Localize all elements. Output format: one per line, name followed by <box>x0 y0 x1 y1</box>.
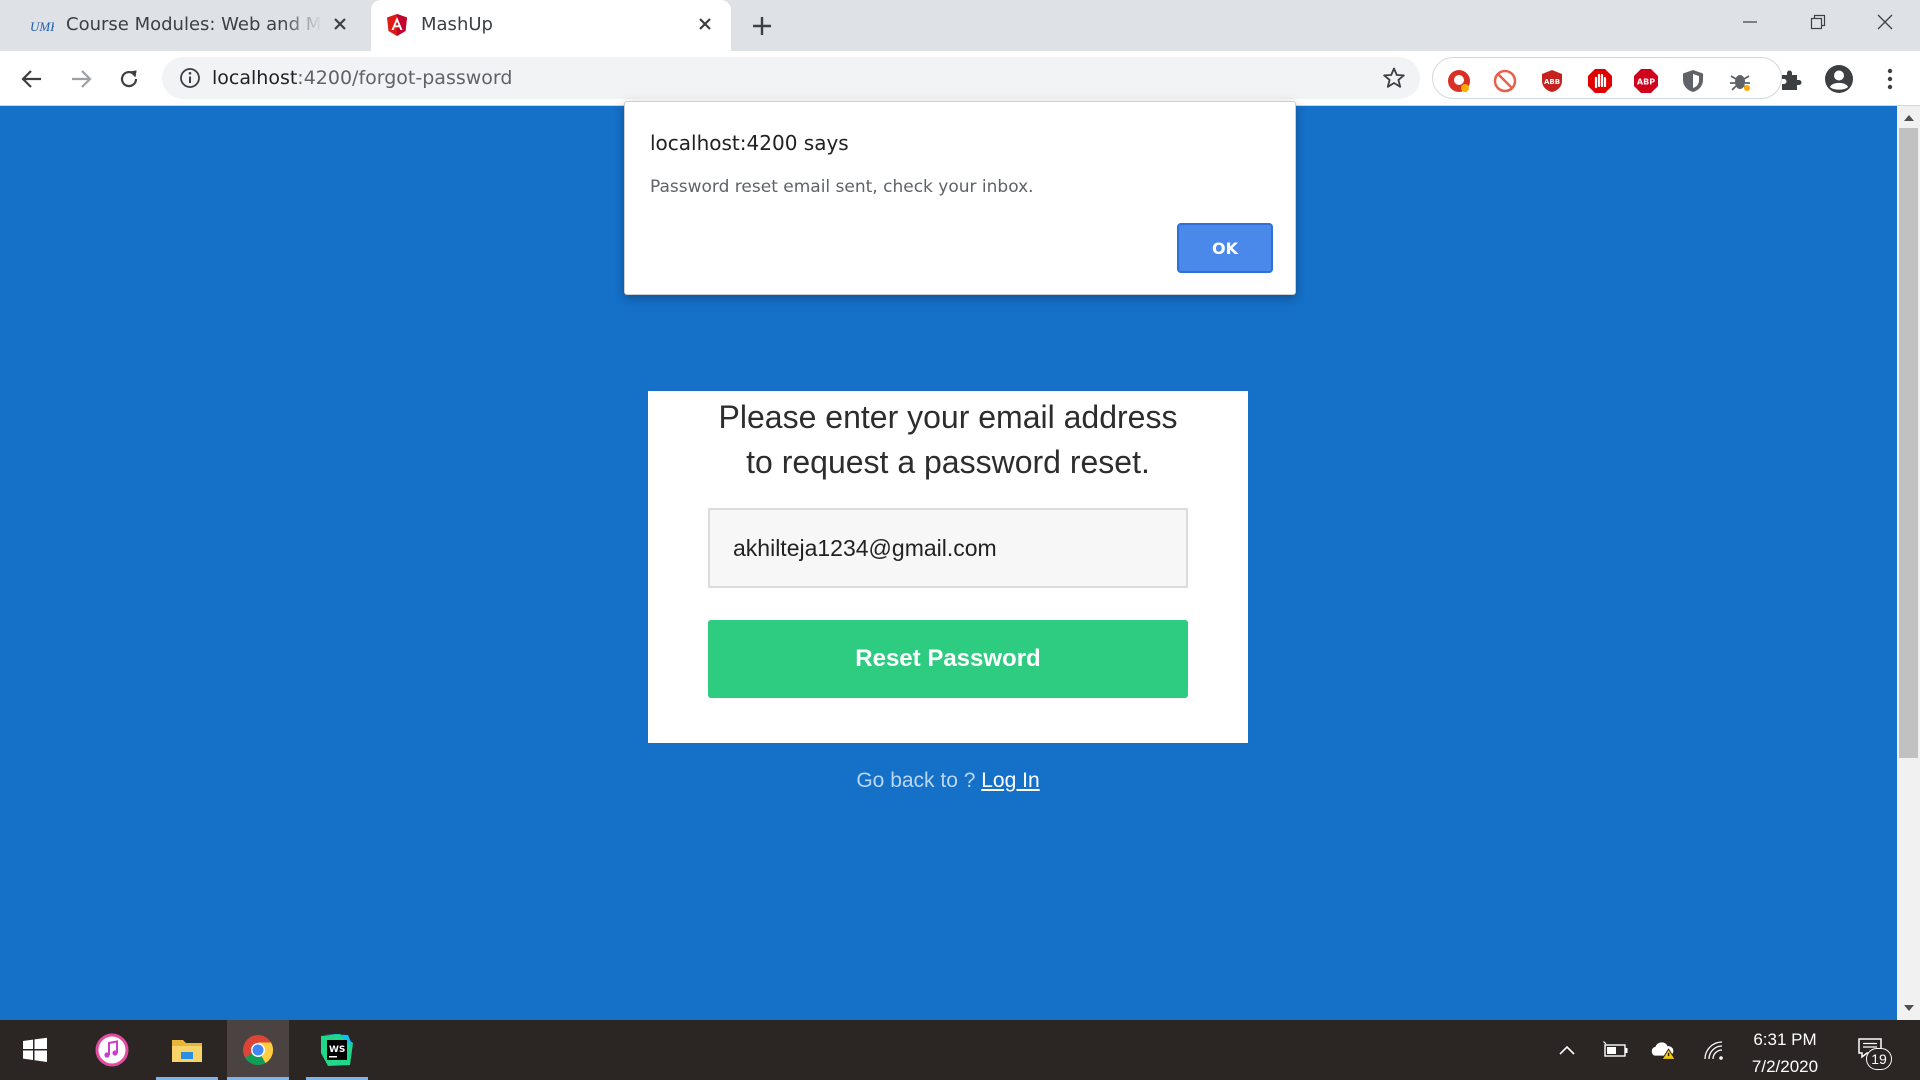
angular-logo-icon <box>387 14 407 36</box>
chevron-up-icon <box>1559 1045 1575 1055</box>
scroll-up-arrow-icon[interactable] <box>1897 108 1920 128</box>
plus-icon <box>753 17 771 35</box>
clock-date: 7/2/2020 <box>1751 1057 1819 1076</box>
reload-icon <box>120 70 138 88</box>
adblock-icon[interactable]: ABB <box>1539 68 1565 94</box>
alert-title: localhost:4200 says <box>650 131 849 155</box>
menu-kebab-icon[interactable] <box>1878 67 1902 91</box>
webstorm-icon: WS <box>321 1034 353 1066</box>
email-field[interactable] <box>708 508 1188 588</box>
wifi-icon <box>1704 1041 1723 1060</box>
ok-button[interactable]: OK <box>1177 223 1273 273</box>
shield-icon[interactable] <box>1680 68 1706 94</box>
chrome-icon <box>243 1035 273 1066</box>
reset-password-button[interactable]: Reset Password <box>708 620 1188 698</box>
browser-toolbar: localhost:4200/forgot-password ABB ABP <box>0 51 1920 106</box>
tab-title-fade <box>282 10 322 40</box>
instructions-text: Please enter your email address to reque… <box>648 395 1248 485</box>
taskbar-clock[interactable]: 6:31 PM 7/2/2020 <box>1735 1026 1835 1080</box>
tab-title: MashUp <box>421 14 493 35</box>
minimize-button[interactable] <box>1715 0 1785 44</box>
battery-icon <box>1603 1041 1628 1057</box>
url-text[interactable]: localhost:4200/forgot-password <box>212 67 512 89</box>
itunes-icon <box>95 1033 129 1067</box>
svg-text:ABB: ABB <box>1544 78 1560 86</box>
reset-password-card: Please enter your email address to reque… <box>648 391 1248 743</box>
url-path: :4200/forgot-password <box>297 67 513 89</box>
restore-icon <box>1810 14 1826 30</box>
svg-text:ABP: ABP <box>1637 78 1655 87</box>
taskbar-file-explorer[interactable] <box>156 1020 218 1080</box>
show-hidden-icons-button[interactable] <box>1553 1036 1581 1064</box>
extension-red-shield-icon[interactable] <box>1446 68 1472 94</box>
extensions-area: ABB ABP <box>1432 57 1782 99</box>
forward-button[interactable] <box>65 63 97 95</box>
address-bar[interactable]: localhost:4200/forgot-password <box>162 57 1420 99</box>
onedrive-warning-icon <box>1651 1042 1676 1060</box>
start-button[interactable] <box>4 1020 66 1080</box>
onedrive-status[interactable] <box>1649 1036 1677 1064</box>
restore-button[interactable] <box>1783 0 1853 44</box>
go-back-text: Go back to ? <box>856 769 982 792</box>
url-host: localhost <box>212 67 298 89</box>
alert-dialog: localhost:4200 says Password reset email… <box>624 101 1296 295</box>
taskbar-chrome[interactable] <box>227 1020 289 1080</box>
back-button[interactable] <box>16 63 48 95</box>
taskbar-itunes[interactable] <box>81 1020 143 1080</box>
alert-message: Password reset email sent, check your in… <box>650 177 1034 197</box>
bug-extension-icon[interactable] <box>1727 68 1753 94</box>
adblock-plus-icon[interactable]: ABP <box>1633 68 1659 94</box>
tab-course-modules[interactable]: UMKC Course Modules: Web and Mobile <box>16 0 366 51</box>
login-link[interactable]: Log In <box>981 769 1039 792</box>
tab-mashup[interactable]: MashUp <box>371 0 731 51</box>
taskbar-webstorm[interactable]: WS <box>306 1020 368 1080</box>
instructions-line-2: to request a password reset. <box>746 444 1150 480</box>
close-tab-icon[interactable] <box>328 12 352 36</box>
go-back-line: Go back to ? Log In <box>648 769 1248 793</box>
windows-taskbar: WS 6:31 PM 7/2/2020 19 <box>0 1020 1920 1080</box>
scrollbar-thumb[interactable] <box>1899 128 1918 758</box>
instructions-line-1: Please enter your email address <box>718 399 1178 435</box>
windows-start-icon <box>23 1037 47 1062</box>
minimize-icon <box>1743 21 1757 23</box>
scroll-down-arrow-icon[interactable] <box>1897 998 1920 1018</box>
bookmark-star-icon[interactable] <box>1382 66 1406 90</box>
umkc-logo-icon: UMKC <box>30 19 54 34</box>
svg-text:UMKC: UMKC <box>30 19 54 34</box>
notification-count-badge: 19 <box>1866 1048 1892 1070</box>
close-tab-icon[interactable] <box>693 12 717 36</box>
reload-button[interactable] <box>113 63 145 95</box>
stop-hand-icon[interactable] <box>1587 68 1613 94</box>
close-window-button[interactable] <box>1850 0 1920 44</box>
file-explorer-icon <box>172 1040 202 1062</box>
back-arrow-icon <box>21 70 41 88</box>
tab-strip: UMKC Course Modules: Web and Mobile Mash… <box>0 0 1920 51</box>
clock-time: 6:31 PM <box>1753 1030 1817 1049</box>
extension-circle-slash-icon[interactable] <box>1492 68 1518 94</box>
new-tab-button[interactable] <box>748 12 776 40</box>
forward-arrow-icon <box>72 70 92 88</box>
profile-avatar-icon[interactable] <box>1823 63 1855 95</box>
battery-status[interactable] <box>1602 1036 1630 1064</box>
network-status[interactable] <box>1700 1036 1728 1064</box>
puzzle-icon[interactable] <box>1778 67 1804 93</box>
info-icon[interactable] <box>179 67 201 89</box>
svg-text:WS: WS <box>329 1045 345 1055</box>
close-icon <box>1877 14 1893 30</box>
